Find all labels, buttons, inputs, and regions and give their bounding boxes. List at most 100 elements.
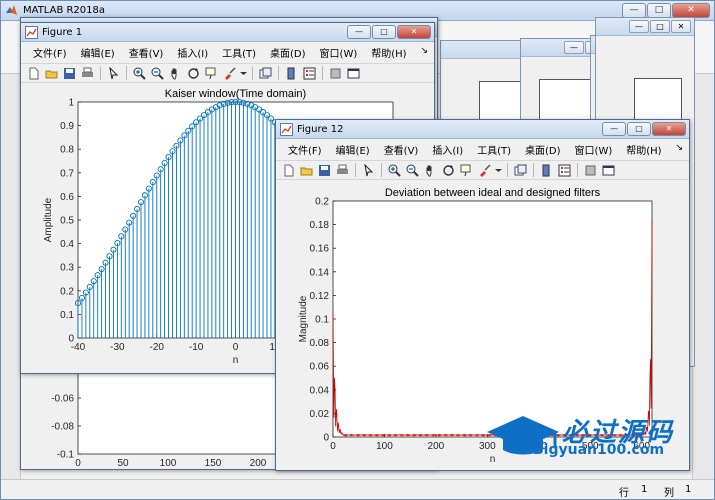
pointer-icon [109,66,119,79]
pan-button[interactable] [422,162,439,179]
figure1-titlebar[interactable]: Figure 1 — □ ✕ [21,23,434,42]
colorbar-button[interactable] [538,162,555,179]
select-tool-button[interactable] [360,162,377,179]
figure1-minimize-button[interactable]: — [347,25,371,39]
dropdown-arrow-icon [240,71,247,75]
y-tick-label: 0.9 [60,121,74,132]
data-cursor-button[interactable] [203,65,220,82]
hide-tools-button[interactable] [327,65,344,82]
watermark-subtext: Bigyuan100.com [533,442,665,458]
menu-window[interactable]: 窗口(W) [314,43,364,62]
figure1-toolbar [21,63,434,83]
show-tools-button[interactable] [600,162,617,179]
brush-dropdown[interactable] [494,162,503,179]
zoom-in-button[interactable] [131,65,148,82]
menu-file[interactable]: 文件(F) [27,43,73,62]
brush-button[interactable] [476,162,493,179]
brush-dropdown[interactable] [239,65,248,82]
menu-tools[interactable]: 工具(T) [471,140,517,159]
main-statusbar: 行 1 列 1 [1,479,714,499]
menu-edit[interactable]: 编辑(E) [75,43,121,62]
main-close-button[interactable]: ✕ [672,3,710,18]
new-file-icon [284,164,294,176]
main-minimize-button[interactable]: — [622,3,646,18]
menu-view[interactable]: 查看(V) [123,43,170,62]
chart-title: Deviation between ideal and designed fil… [385,187,601,199]
link-plot-icon [514,164,527,175]
status-row-label: 行 [619,488,629,499]
menu-desktop[interactable]: 桌面(D) [519,140,567,159]
figure1-close-button[interactable]: ✕ [397,25,431,39]
rotate-button[interactable] [185,65,202,82]
x-tick-label: 0 [233,342,239,353]
open-file-button[interactable] [43,65,60,82]
open-file-button[interactable] [298,162,315,179]
y-axis-label: Magnitude [298,295,309,342]
menu-insert[interactable]: 插入(I) [171,43,214,62]
figure12-titlebar[interactable]: Figure 12 — □ ✕ [276,120,689,139]
link-plot-button[interactable] [257,65,274,82]
status-col-label: 列 [664,488,674,499]
legend-button[interactable] [301,65,318,82]
y-tick-label: 0 [323,433,329,444]
y-tick-label: 0.1 [315,315,329,326]
y-tick-label: 0.6 [60,192,74,203]
save-button[interactable] [61,65,78,82]
y-tick-label: 0.5 [60,216,74,227]
figure-icon [280,123,293,136]
y-axis-label: Amplitude [43,197,54,242]
link-plot-button[interactable] [512,162,529,179]
menu-tools[interactable]: 工具(T) [216,43,262,62]
x-tick-label: 0 [330,441,336,452]
pointer-icon [364,163,374,176]
brush-button[interactable] [221,65,238,82]
legend-button[interactable] [556,162,573,179]
zoom-out-button[interactable] [404,162,421,179]
y-tick-label: 0.06 [310,362,330,373]
figure-icon [25,26,38,39]
menu-desktop[interactable]: 桌面(D) [264,43,312,62]
figure1-maximize-button[interactable]: □ [372,25,396,39]
print-button[interactable] [334,162,351,179]
main-maximize-button[interactable]: □ [647,3,671,18]
figure12-maximize-button[interactable]: □ [627,122,651,136]
y-tick-label: 0.12 [310,291,330,302]
save-icon [64,67,75,79]
rotate-button[interactable] [440,162,457,179]
dock-arrow-icon[interactable]: ↘ [675,143,683,153]
hide-tools-button[interactable] [582,162,599,179]
menu-edit[interactable]: 编辑(E) [330,140,376,159]
menu-file[interactable]: 文件(F) [282,140,328,159]
data-cursor-button[interactable] [458,162,475,179]
hide-tools-icon [585,165,596,175]
print-button[interactable] [79,65,96,82]
show-tools-button[interactable] [345,65,362,82]
dock-arrow-icon[interactable]: ↘ [420,46,428,56]
figure12-title: Figure 12 [297,124,344,135]
figure1-menubar: 文件(F) 编辑(E) 查看(V) 插入(I) 工具(T) 桌面(D) 窗口(W… [21,43,434,62]
x-tick-label: 50 [117,458,129,469]
figure12-menubar: 文件(F) 编辑(E) 查看(V) 插入(I) 工具(T) 桌面(D) 窗口(W… [276,140,689,159]
select-tool-button[interactable] [105,65,122,82]
rotate-icon [188,67,199,79]
new-figure-button[interactable] [280,162,297,179]
rotate-icon [443,164,454,176]
figure12-minimize-button[interactable]: — [602,122,626,136]
menu-help[interactable]: 帮助(H) [620,140,667,159]
colorbar-button[interactable] [283,65,300,82]
matlab-logo-icon [6,5,17,15]
menu-window[interactable]: 窗口(W) [569,140,619,159]
menu-insert[interactable]: 插入(I) [426,140,469,159]
zoom-out-button[interactable] [149,65,166,82]
menu-help[interactable]: 帮助(H) [365,43,412,62]
y-tick-label: 0.8 [60,145,74,156]
y-tick-label: 0 [68,334,74,345]
figure12-close-button[interactable]: ✕ [652,122,686,136]
pan-button[interactable] [167,65,184,82]
y-tick-label: 0.1 [60,310,74,321]
new-figure-button[interactable] [25,65,42,82]
figure1-title: Figure 1 [42,27,83,38]
save-button[interactable] [316,162,333,179]
menu-view[interactable]: 查看(V) [378,140,425,159]
zoom-in-button[interactable] [386,162,403,179]
